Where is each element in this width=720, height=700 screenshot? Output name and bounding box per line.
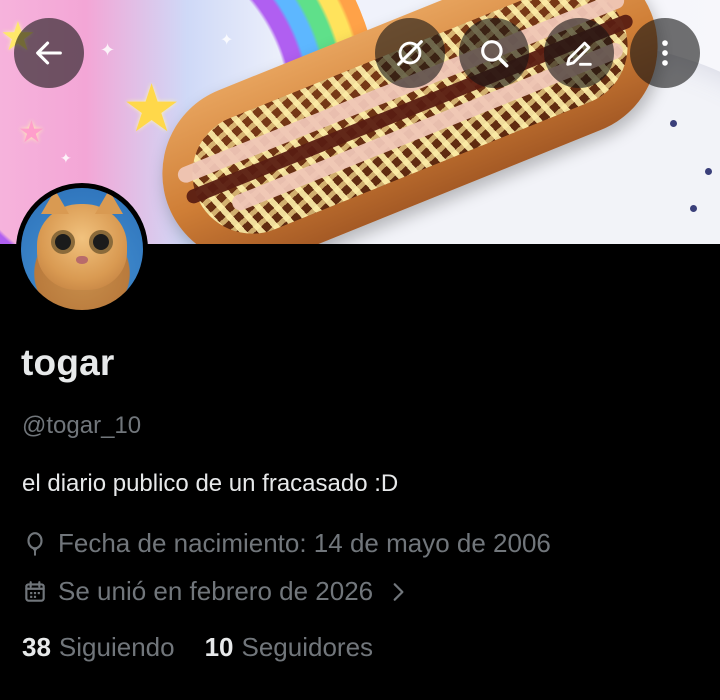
birthdate-row: Fecha de nacimiento: 14 de mayo de 2006 (22, 528, 551, 559)
cat-face (37, 190, 127, 290)
avatar[interactable] (16, 183, 148, 315)
avatar-image (21, 188, 143, 310)
birthdate-text: Fecha de nacimiento: 14 de mayo de 2006 (58, 528, 551, 558)
cat-ear (41, 190, 69, 214)
search-button[interactable] (459, 18, 529, 88)
chevron-right-icon (389, 581, 407, 603)
star-decoration: ★ (18, 116, 45, 149)
followers-link[interactable]: 10 Seguidores (205, 632, 373, 663)
sparkle-decoration: ✦ (100, 40, 116, 60)
username-handle: @togar_10 (22, 412, 142, 439)
following-label: Siguiendo (58, 632, 175, 662)
back-button[interactable] (14, 18, 84, 88)
calendar-icon (22, 579, 48, 605)
plate-dot (705, 168, 712, 175)
cat-eye (93, 234, 109, 250)
cat-ear (95, 190, 123, 214)
profile-bio: el diario publico de un fracasado :D (22, 470, 399, 497)
plate-dot (670, 120, 677, 127)
arrow-left-icon (32, 36, 66, 70)
cat-eye (55, 234, 71, 250)
balloon-icon (22, 531, 48, 557)
joined-row[interactable]: Se unió en febrero de 2026 (22, 576, 407, 607)
cat-nose (76, 256, 88, 264)
grok-button[interactable] (375, 18, 445, 88)
search-icon (477, 36, 511, 70)
grok-icon (393, 36, 427, 70)
more-vertical-icon (648, 36, 682, 70)
followers-label: Seguidores (241, 632, 374, 662)
display-name: togar (21, 342, 115, 383)
more-button[interactable] (630, 18, 700, 88)
followers-count: 10 (204, 632, 234, 662)
sparkle-decoration: ✦ (220, 32, 234, 49)
edit-icon (562, 36, 596, 70)
plate-dot (690, 205, 697, 212)
following-link[interactable]: 38 Siguiendo (22, 632, 175, 663)
following-count: 38 (22, 632, 51, 662)
follow-stats: 38 Siguiendo 10 Seguidores (22, 632, 373, 663)
edit-button[interactable] (544, 18, 614, 88)
joined-text: Se unió en febrero de 2026 (58, 576, 374, 606)
sparkle-decoration: ✦ (60, 150, 72, 166)
